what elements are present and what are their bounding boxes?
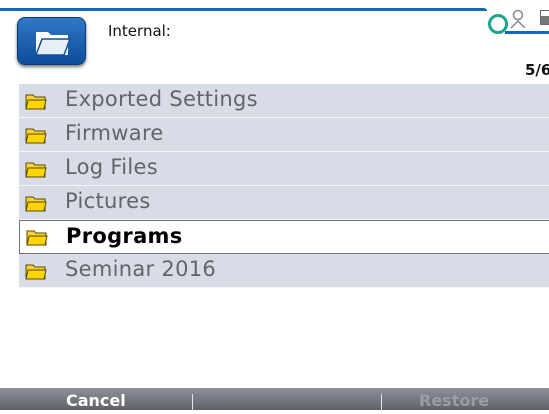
file-list: Exported Settings Firmware Log Files Pic…	[19, 84, 549, 288]
file-name: Pictures	[65, 189, 151, 213]
storage-location-label: Internal:	[108, 22, 171, 40]
softkey-bar: Cancel Restore	[0, 388, 549, 410]
folder-app-icon	[17, 17, 86, 65]
list-item[interactable]: Pictures	[19, 186, 549, 220]
restore-button[interactable]: Restore	[419, 388, 489, 410]
list-item[interactable]: Firmware	[19, 118, 549, 152]
softkey-divider	[192, 394, 193, 410]
folder-icon	[25, 94, 47, 110]
folder-icon	[26, 230, 48, 246]
file-name: Firmware	[65, 121, 164, 145]
person-icon	[510, 9, 526, 29]
file-name: Log Files	[65, 155, 158, 179]
folder-icon	[25, 196, 47, 212]
battery-icon	[540, 10, 549, 25]
folder-icon	[25, 162, 47, 178]
file-name: Exported Settings	[65, 87, 258, 111]
list-item[interactable]: Exported Settings	[19, 84, 549, 118]
file-name: Seminar 2016	[65, 257, 217, 281]
circle-status-icon	[488, 14, 508, 34]
page-indicator: 5/6	[525, 61, 549, 79]
list-item-selected[interactable]: Programs	[19, 220, 549, 254]
cancel-button[interactable]: Cancel	[66, 388, 126, 410]
header-accent-line	[0, 8, 487, 11]
folder-icon	[25, 128, 47, 144]
header-accent-line-right	[505, 31, 549, 34]
folder-icon	[25, 264, 47, 280]
list-item[interactable]: Seminar 2016	[19, 254, 549, 288]
header-bar: Internal: 5/6	[0, 0, 549, 84]
softkey-divider	[381, 394, 382, 410]
file-name: Programs	[66, 224, 183, 248]
center-softkey-button[interactable]	[195, 388, 380, 410]
list-item[interactable]: Log Files	[19, 152, 549, 186]
